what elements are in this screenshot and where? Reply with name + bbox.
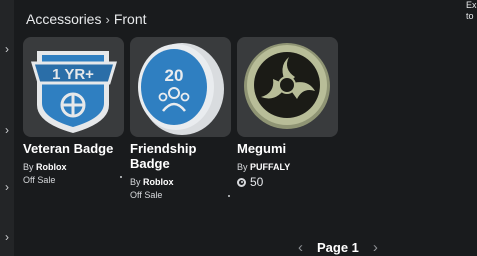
item-price: Off Sale <box>130 190 163 200</box>
rail-chevron-right-icon[interactable]: › <box>2 181 12 193</box>
rail-chevron-right-icon[interactable]: › <box>2 231 12 243</box>
item-name[interactable]: Megumi <box>237 141 338 156</box>
creator-name[interactable]: Roblox <box>36 162 67 172</box>
item-creator: By Roblox <box>130 177 231 188</box>
rail-chevron-right-icon[interactable]: › <box>2 43 12 55</box>
creator-prefix: By <box>23 162 34 172</box>
creator-name[interactable]: PUFFALY <box>250 162 290 172</box>
page-label: Page 1 <box>317 239 359 255</box>
svg-text:1 YR+: 1 YR+ <box>52 66 94 83</box>
next-page-icon[interactable]: › <box>373 239 378 256</box>
item-name[interactable]: Veteran Badge <box>23 141 124 156</box>
item-price: Off Sale <box>23 175 56 185</box>
item-name[interactable]: Friendship Badge <box>130 141 231 171</box>
item-thumbnail[interactable]: 20 <box>130 37 231 137</box>
item-card[interactable]: 20 Friendship Badge By Roblox Off Sale <box>130 37 231 201</box>
item-price: 50 <box>237 175 338 189</box>
item-card[interactable]: Megumi By PUFFALY 50 <box>237 37 338 189</box>
item-creator: By PUFFALY <box>237 162 338 173</box>
decorative-dot <box>120 176 122 178</box>
pagination: ‹ Page 1 › <box>298 238 378 256</box>
creator-prefix: By <box>130 177 141 187</box>
breadcrumb-parent[interactable]: Accessories <box>26 11 101 27</box>
breadcrumb: Accessories › Front <box>26 10 147 28</box>
item-card[interactable]: 1 YR+ Veteran Badge By Roblox Off Sale <box>23 37 124 186</box>
corner-text: Ex to <box>466 0 477 22</box>
item-thumbnail[interactable]: 1 YR+ <box>23 37 124 137</box>
corner-text-line1: Ex <box>466 0 477 10</box>
previous-page-icon[interactable]: ‹ <box>298 239 303 256</box>
friendship-badge-icon: 20 <box>138 43 224 135</box>
breadcrumb-separator-icon: › <box>105 11 110 27</box>
robux-icon <box>237 177 246 187</box>
corner-text-line2: to <box>466 11 474 21</box>
creator-name[interactable]: Roblox <box>143 177 174 187</box>
price-value: 50 <box>250 175 264 189</box>
item-creator: By Roblox <box>23 162 124 173</box>
left-rail: › › › › <box>0 0 14 256</box>
decorative-dot <box>228 195 230 197</box>
item-thumbnail[interactable] <box>237 37 338 137</box>
rail-chevron-right-icon[interactable]: › <box>2 124 12 136</box>
creator-prefix: By <box>237 162 248 172</box>
megumi-emblem-icon <box>244 43 330 129</box>
veteran-badge-icon: 1 YR+ <box>30 51 118 133</box>
breadcrumb-current: Front <box>113 11 147 27</box>
svg-text:20: 20 <box>165 66 184 85</box>
